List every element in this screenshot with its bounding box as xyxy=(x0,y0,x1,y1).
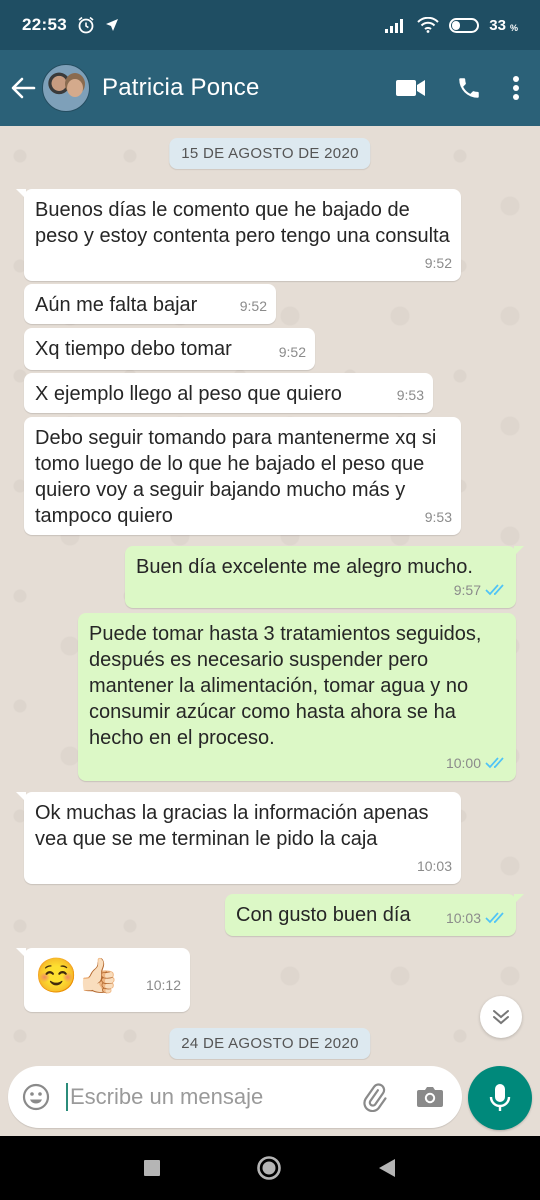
status-time: 22:53 xyxy=(22,15,67,34)
message-input[interactable] xyxy=(70,1084,340,1110)
message-incoming[interactable]: Aún me falta bajar 9:52 xyxy=(24,284,276,324)
back-arrow-icon xyxy=(11,77,36,99)
phone-icon[interactable] xyxy=(456,75,482,101)
message-time: 9:52 xyxy=(424,255,452,271)
recents-square-icon[interactable] xyxy=(144,1160,160,1176)
message-time: 9:52 xyxy=(239,298,267,314)
camera-button[interactable] xyxy=(408,1066,452,1128)
status-bar: 22:53 33 % xyxy=(0,0,540,50)
message-incoming[interactable]: ☺️👍🏻 10:12 xyxy=(16,948,190,1012)
contact-avatar[interactable] xyxy=(42,64,90,112)
text-cursor xyxy=(66,1083,68,1111)
video-call-icon[interactable] xyxy=(396,78,426,98)
message-list[interactable]: 15 DE AGOSTO DE 2020 Buenos días le come… xyxy=(0,126,540,1060)
message-incoming[interactable]: Debo seguir tomando para mantenerme xq s… xyxy=(24,417,461,535)
more-vert-icon[interactable] xyxy=(512,75,520,101)
scroll-to-bottom-button[interactable] xyxy=(480,996,522,1038)
message-incoming[interactable]: Xq tiempo debo tomar 9:52 xyxy=(24,328,315,370)
message-outgoing[interactable]: Buen día excelente me alegro mucho. 9:57 xyxy=(125,546,524,608)
message-time: 10:12 xyxy=(145,977,181,993)
contact-name[interactable]: Patricia Ponce xyxy=(102,74,260,102)
signal-icon xyxy=(385,19,404,33)
message-time: 10:03 xyxy=(416,858,452,874)
chat-header: Patricia Ponce xyxy=(0,50,540,126)
message-incoming[interactable]: X ejemplo llego al peso que quiero 9:53 xyxy=(24,373,433,413)
read-receipt-icon xyxy=(485,584,504,596)
read-receipt-icon xyxy=(485,757,504,769)
message-time: 10:03 xyxy=(445,910,481,926)
composer xyxy=(0,1060,540,1136)
message-time: 9:57 xyxy=(453,582,481,598)
system-navigation-bar xyxy=(0,1136,540,1200)
back-button[interactable] xyxy=(4,50,42,126)
wifi-icon xyxy=(417,17,440,33)
battery-percent: 33 xyxy=(489,16,506,34)
read-receipt-icon xyxy=(485,912,504,924)
attach-icon xyxy=(363,1083,387,1112)
battery-icon xyxy=(449,17,480,33)
date-separator: 24 DE AGOSTO DE 2020 xyxy=(169,1028,371,1059)
message-incoming[interactable]: Buenos días le comento que he bajado de … xyxy=(16,189,461,281)
emoji-icon xyxy=(22,1083,50,1111)
message-incoming[interactable]: Ok muchas la gracias la información apen… xyxy=(16,792,461,884)
mic-icon xyxy=(489,1084,511,1111)
message-time: 9:53 xyxy=(424,509,452,525)
attach-button[interactable] xyxy=(352,1066,396,1128)
message-time: 9:52 xyxy=(278,344,306,360)
alarm-icon xyxy=(78,16,94,34)
home-circle-icon[interactable] xyxy=(256,1155,282,1181)
message-time: 10:00 xyxy=(445,755,481,771)
back-triangle-icon[interactable] xyxy=(378,1158,396,1178)
message-time: 9:53 xyxy=(396,387,424,403)
double-chevron-down-icon xyxy=(493,1010,509,1025)
camera-icon xyxy=(417,1087,443,1107)
emoji-button[interactable] xyxy=(8,1066,64,1128)
date-separator: 15 DE AGOSTO DE 2020 xyxy=(169,138,371,169)
navigation-arrow-icon xyxy=(105,19,118,31)
message-outgoing[interactable]: Puede tomar hasta 3 tratamientos seguido… xyxy=(78,613,516,781)
voice-message-button[interactable] xyxy=(468,1066,532,1130)
message-outgoing[interactable]: Con gusto buen día 10:03 xyxy=(225,894,524,936)
message-input-container xyxy=(8,1066,462,1128)
